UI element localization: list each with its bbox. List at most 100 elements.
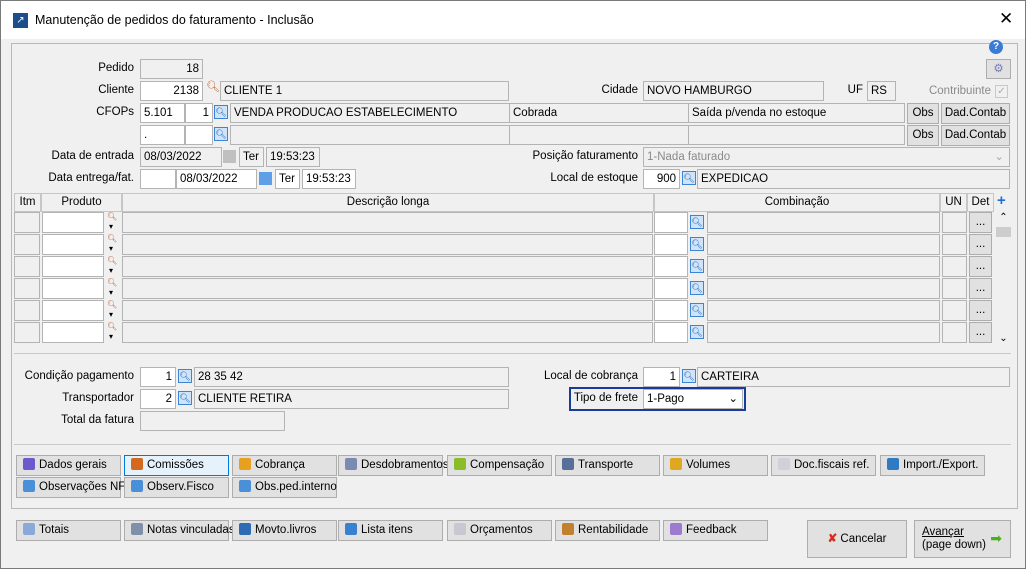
grid-produto-input[interactable]: [42, 212, 104, 233]
tab-obs-ped-interno[interactable]: Obs.ped.interno: [232, 477, 337, 498]
scroll-up-icon[interactable]: ⌃: [995, 212, 1012, 223]
frete-select[interactable]: 1-Pago ⌄: [643, 389, 743, 409]
help-icon[interactable]: ?: [989, 40, 1003, 54]
data-entrega-input[interactable]: 08/03/2022: [176, 169, 257, 189]
action-totais[interactable]: Totais: [16, 520, 121, 541]
cfop-seq-input[interactable]: [185, 125, 213, 145]
tab-label: Doc.fiscais ref.: [794, 459, 870, 471]
tab-observ-fisco[interactable]: Observ.Fisco: [124, 477, 229, 498]
close-button[interactable]: ✕: [999, 9, 1013, 29]
grid-produto-input[interactable]: [42, 322, 104, 343]
lookup-icon[interactable]: 🔍︎: [214, 105, 228, 119]
lookup-icon[interactable]: 🔍︎: [682, 171, 696, 185]
search-icon[interactable]: 🔍︎: [107, 278, 117, 288]
tab-compensa-o[interactable]: Compensação: [447, 455, 552, 476]
grid-det-button[interactable]: ...: [969, 322, 992, 343]
action-movto-livros[interactable]: Movto.livros: [232, 520, 337, 541]
tab-doc-fiscais-ref[interactable]: Doc.fiscais ref.: [771, 455, 876, 476]
dropdown-arrow-icon[interactable]: ▾: [109, 266, 113, 275]
local-estoque-code-input[interactable]: 900: [643, 169, 680, 189]
lookup-icon[interactable]: 🔍︎: [690, 237, 704, 251]
grid-combinacao-code-input[interactable]: [654, 256, 688, 277]
search-icon[interactable]: 🔍︎: [107, 212, 117, 222]
dropdown-arrow-icon[interactable]: ▾: [109, 244, 113, 253]
cliente-code-input[interactable]: 2138: [140, 81, 203, 101]
dropdown-arrow-icon[interactable]: ▾: [109, 222, 113, 231]
search-icon[interactable]: 🔍︎: [107, 322, 117, 332]
tab-import-export[interactable]: Import./Export.: [880, 455, 985, 476]
calendar-icon[interactable]: [259, 172, 272, 185]
obs-button[interactable]: Obs: [907, 103, 939, 124]
search-icon[interactable]: 🔍︎: [107, 256, 117, 266]
cfop-seq-input[interactable]: 1: [185, 103, 213, 123]
dad-contab-button[interactable]: Dad.Contab: [941, 103, 1010, 124]
grid-un-cell: [942, 300, 967, 321]
scroll-thumb[interactable]: [996, 227, 1011, 237]
tab-icon: [23, 458, 35, 470]
grid-produto-input[interactable]: [42, 256, 104, 277]
settings-button[interactable]: ⚙: [986, 59, 1011, 79]
add-row-icon[interactable]: +: [997, 192, 1006, 209]
tab-volumes[interactable]: Volumes: [663, 455, 768, 476]
grid-det-button[interactable]: ...: [969, 234, 992, 255]
lookup-icon[interactable]: 🔍︎: [682, 369, 696, 383]
lookup-icon[interactable]: 🔍︎: [690, 303, 704, 317]
tab-observa-es-nf[interactable]: Observações NF: [16, 477, 125, 498]
scroll-down-icon[interactable]: ⌄: [995, 333, 1012, 344]
lookup-icon[interactable]: 🔍︎: [690, 259, 704, 273]
grid-combinacao-code-input[interactable]: [654, 278, 688, 299]
grid-produto-input[interactable]: [42, 300, 104, 321]
grid-det-button[interactable]: ...: [969, 278, 992, 299]
grid-scrollbar[interactable]: ⌃ ⌄: [995, 212, 1012, 344]
lookup-icon[interactable]: 🔍︎: [178, 369, 192, 383]
cfop-code-input[interactable]: 5.101: [140, 103, 185, 123]
grid-det-button[interactable]: ...: [969, 256, 992, 277]
grid-produto-input[interactable]: [42, 234, 104, 255]
search-icon[interactable]: 🔍︎: [206, 80, 220, 93]
obs-button[interactable]: Obs: [907, 125, 939, 146]
tab-desdobramentos[interactable]: Desdobramentos: [338, 455, 449, 476]
search-icon[interactable]: 🔍︎: [107, 300, 117, 310]
data-entrega-hora-input[interactable]: 19:53:23: [302, 169, 356, 189]
dropdown-arrow-icon[interactable]: ▾: [109, 310, 113, 319]
dropdown-arrow-icon[interactable]: ▾: [109, 288, 113, 297]
action-or-amentos[interactable]: Orçamentos: [447, 520, 552, 541]
lookup-icon[interactable]: 🔍︎: [214, 127, 228, 141]
lookup-icon[interactable]: 🔍︎: [690, 281, 704, 295]
cfop-code-input[interactable]: .: [140, 125, 185, 145]
app-icon: ↗: [13, 13, 28, 28]
next-button[interactable]: Avançar (page down) ➡: [914, 520, 1011, 558]
local-cobranca-code-input[interactable]: 1: [643, 367, 680, 387]
grid-combinacao-code-input[interactable]: [654, 322, 688, 343]
action-notas-vinculadas[interactable]: Notas vinculadas: [124, 520, 235, 541]
grid-produto-input[interactable]: [42, 278, 104, 299]
calendar-icon: [223, 150, 236, 163]
action-lista-itens[interactable]: Lista itens: [338, 520, 443, 541]
tab-transporte[interactable]: Transporte: [555, 455, 660, 476]
grid-combinacao-code-input[interactable]: [654, 300, 688, 321]
cancel-button[interactable]: ✘ Cancelar: [807, 520, 907, 558]
action-feedback[interactable]: Feedback: [663, 520, 768, 541]
search-icon[interactable]: 🔍︎: [107, 234, 117, 244]
lookup-icon[interactable]: 🔍︎: [690, 325, 704, 339]
dad-contab-button[interactable]: Dad.Contab: [941, 125, 1010, 146]
grid-det-button[interactable]: ...: [969, 212, 992, 233]
grid-det-button[interactable]: ...: [969, 300, 992, 321]
lookup-icon[interactable]: 🔍︎: [690, 215, 704, 229]
action-rentabilidade[interactable]: Rentabilidade: [555, 520, 660, 541]
tab-comiss-es[interactable]: Comissões: [124, 455, 229, 476]
grid-itm-cell: [14, 278, 40, 299]
posicao-select[interactable]: 1-Nada faturado ⌄: [643, 147, 1010, 167]
dropdown-arrow-icon[interactable]: ▾: [109, 332, 113, 341]
lookup-icon[interactable]: 🔍︎: [178, 391, 192, 405]
tab-label: Import./Export.: [903, 459, 979, 471]
condicao-code-input[interactable]: 1: [140, 367, 176, 387]
tab-dados-gerais[interactable]: Dados gerais: [16, 455, 121, 476]
contribuinte-checkbox[interactable]: ✓: [995, 85, 1008, 98]
transportador-code-input[interactable]: 2: [140, 389, 176, 409]
grid-combinacao-code-input[interactable]: [654, 212, 688, 233]
tab-cobran-a[interactable]: Cobrança: [232, 455, 337, 476]
action-label: Notas vinculadas: [147, 524, 235, 536]
data-entrega-pre-input[interactable]: [140, 169, 176, 189]
grid-combinacao-code-input[interactable]: [654, 234, 688, 255]
